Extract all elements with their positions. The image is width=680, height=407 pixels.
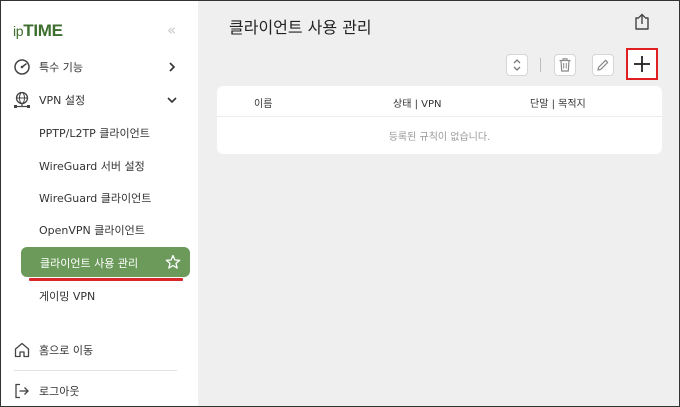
highlight-underline	[29, 278, 183, 281]
sidebar-divider	[14, 370, 177, 371]
delete-button[interactable]	[554, 54, 576, 76]
sidebar-item-client-usage-management[interactable]: 클라이언트 사용 관리	[21, 247, 190, 277]
sidebar-item-logout[interactable]: 로그아웃	[1, 377, 198, 405]
sidebar-item-pptp-l2tp-client[interactable]: PPTP/L2TP 클라이언트	[39, 125, 150, 141]
sidebar-item-label: VPN 설정	[39, 94, 86, 107]
logout-icon	[15, 383, 29, 399]
rules-table: 이름 상태 | VPN 단말 | 목적지 등록된 규칙이 없습니다.	[217, 86, 662, 154]
gauge-icon	[14, 59, 30, 75]
vpn-network-icon	[14, 91, 30, 108]
sidebar-item-label: 로그아웃	[39, 385, 80, 398]
chevron-right-icon	[169, 62, 176, 72]
column-header-name[interactable]: 이름	[254, 95, 272, 110]
sidebar-item-label: 홈으로 이동	[39, 344, 94, 357]
sort-arrows-icon	[513, 59, 521, 71]
sidebar-item-label: 클라이언트 사용 관리	[40, 257, 139, 270]
sidebar-item-openvpn-client[interactable]: OpenVPN 클라이언트	[39, 222, 145, 238]
share-export-icon[interactable]	[633, 13, 651, 31]
empty-table-message: 등록된 규칙이 없습니다.	[388, 132, 491, 143]
sidebar-item-gaming-vpn[interactable]: 게이밍 VPN	[39, 288, 95, 304]
edit-button[interactable]	[592, 54, 614, 76]
sidebar-item-label: 특수 기능	[39, 61, 83, 74]
sidebar-item-wireguard-client[interactable]: WireGuard 클라이언트	[39, 190, 151, 206]
page-title: 클라이언트 사용 관리	[229, 18, 372, 37]
sidebar-item-special-features[interactable]: 특수 기능	[1, 53, 198, 81]
chevron-down-icon	[167, 97, 177, 104]
sidebar-item-vpn-settings[interactable]: VPN 설정	[1, 86, 198, 114]
main-content: 클라이언트 사용 관리 이름 상태 | VPN 단말 | 목적지 등록된 규칙이…	[198, 1, 679, 406]
table-header: 이름 상태 | VPN 단말 | 목적지	[217, 86, 662, 117]
sidebar: ipTIME « 특수 기능 VPN 설정 PPTP/L2TP 클라이언트 Wi…	[1, 1, 198, 406]
iptime-logo: ipTIME	[13, 21, 63, 40]
plus-icon	[634, 56, 650, 72]
sidebar-item-home[interactable]: 홈으로 이동	[1, 336, 198, 364]
collapse-sidebar-button[interactable]: «	[167, 21, 176, 39]
column-header-device-destination[interactable]: 단말 | 목적지	[530, 95, 586, 110]
star-icon[interactable]	[165, 254, 181, 270]
column-header-status-vpn[interactable]: 상태 | VPN	[393, 95, 441, 110]
add-rule-button[interactable]	[626, 48, 658, 80]
toolbar-separator	[540, 58, 541, 72]
trash-icon	[559, 58, 571, 72]
pencil-icon	[597, 59, 609, 71]
home-icon	[14, 342, 30, 358]
sidebar-item-wireguard-server[interactable]: WireGuard 서버 설정	[39, 158, 145, 174]
sort-order-button[interactable]	[506, 54, 528, 76]
